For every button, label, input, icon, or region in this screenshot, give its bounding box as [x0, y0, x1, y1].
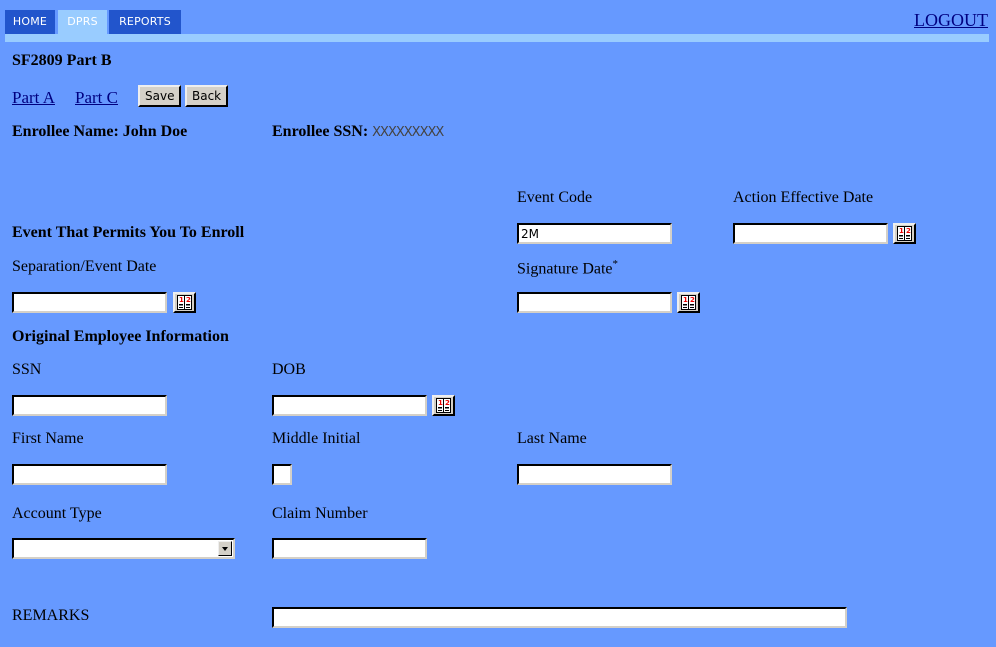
svg-text:1: 1	[438, 399, 443, 407]
dob-calendar-button[interactable]: 12	[432, 395, 455, 416]
back-button[interactable]: Back	[185, 85, 229, 107]
remarks-input[interactable]	[272, 607, 847, 628]
remarks-label: REMARKS	[12, 607, 90, 624]
employee-section-heading: Original Employee Information	[12, 328, 229, 345]
enrollee-name-label: Enrollee Name:	[12, 123, 119, 140]
page-title: SF2809 Part B	[12, 52, 112, 69]
tab-dprs[interactable]: DPRS	[58, 10, 107, 34]
signature-date-input[interactable]	[517, 292, 672, 313]
required-marker: *	[612, 258, 619, 270]
dob-input[interactable]	[272, 395, 427, 416]
action-effective-date-label: Action Effective Date	[733, 189, 874, 206]
claim-number-label: Claim Number	[272, 505, 368, 522]
calendar-icon: 12	[679, 295, 698, 310]
tab-bar-underline	[5, 34, 989, 42]
svg-text:2: 2	[690, 296, 695, 304]
middle-initial-input[interactable]	[272, 464, 292, 485]
separation-event-date-input[interactable]	[12, 292, 167, 313]
enrollee-name: Enrollee Name: John Doe	[12, 123, 187, 141]
calendar-icon: 12	[895, 226, 914, 241]
svg-text:1: 1	[683, 296, 688, 304]
claim-number-input[interactable]	[272, 538, 427, 559]
dob-label: DOB	[272, 361, 306, 378]
signature-date-calendar-button[interactable]: 12	[677, 292, 700, 313]
svg-text:2: 2	[186, 296, 191, 304]
ssn-label: SSN	[12, 361, 42, 378]
ssn-input[interactable]	[12, 395, 167, 416]
account-type-select[interactable]	[12, 538, 235, 559]
signature-date-label: Signature Date*	[517, 258, 618, 278]
enrollee-ssn-label: Enrollee SSN:	[272, 123, 369, 140]
save-button[interactable]: Save	[138, 85, 182, 107]
enrollee-name-value: John Doe	[122, 123, 188, 140]
last-name-input[interactable]	[517, 464, 672, 485]
separation-event-date-label: Separation/Event Date	[12, 258, 157, 275]
first-name-input[interactable]	[12, 464, 167, 485]
enrollee-ssn-value: XXXXXXXXX	[372, 125, 444, 140]
part-c-link[interactable]: Part C	[75, 88, 118, 108]
calendar-icon: 12	[434, 398, 453, 413]
svg-text:2: 2	[906, 227, 911, 235]
svg-text:1: 1	[899, 227, 904, 235]
svg-text:2: 2	[445, 399, 450, 407]
middle-initial-label: Middle Initial	[272, 430, 361, 447]
tab-reports[interactable]: REPORTS	[109, 10, 181, 34]
separation-event-date-calendar-button[interactable]: 12	[173, 292, 196, 313]
action-effective-date-calendar-button[interactable]: 12	[893, 223, 916, 244]
chevron-down-icon[interactable]	[218, 541, 232, 556]
action-effective-date-input[interactable]	[733, 223, 888, 244]
last-name-label: Last Name	[517, 430, 587, 447]
svg-text:1: 1	[179, 296, 184, 304]
calendar-icon: 12	[175, 295, 194, 310]
tab-home[interactable]: HOME	[5, 10, 55, 34]
account-type-label: Account Type	[12, 505, 102, 522]
signature-date-label-text: Signature Date	[517, 260, 613, 278]
event-code-input[interactable]	[517, 223, 672, 244]
first-name-label: First Name	[12, 430, 84, 447]
event-code-label: Event Code	[517, 189, 593, 206]
enrollee-ssn: Enrollee SSN: XXXXXXXXX	[272, 123, 444, 141]
event-section-heading: Event That Permits You To Enroll	[12, 224, 245, 241]
part-a-link[interactable]: Part A	[12, 88, 55, 108]
logout-link[interactable]: LOGOUT	[914, 10, 988, 31]
